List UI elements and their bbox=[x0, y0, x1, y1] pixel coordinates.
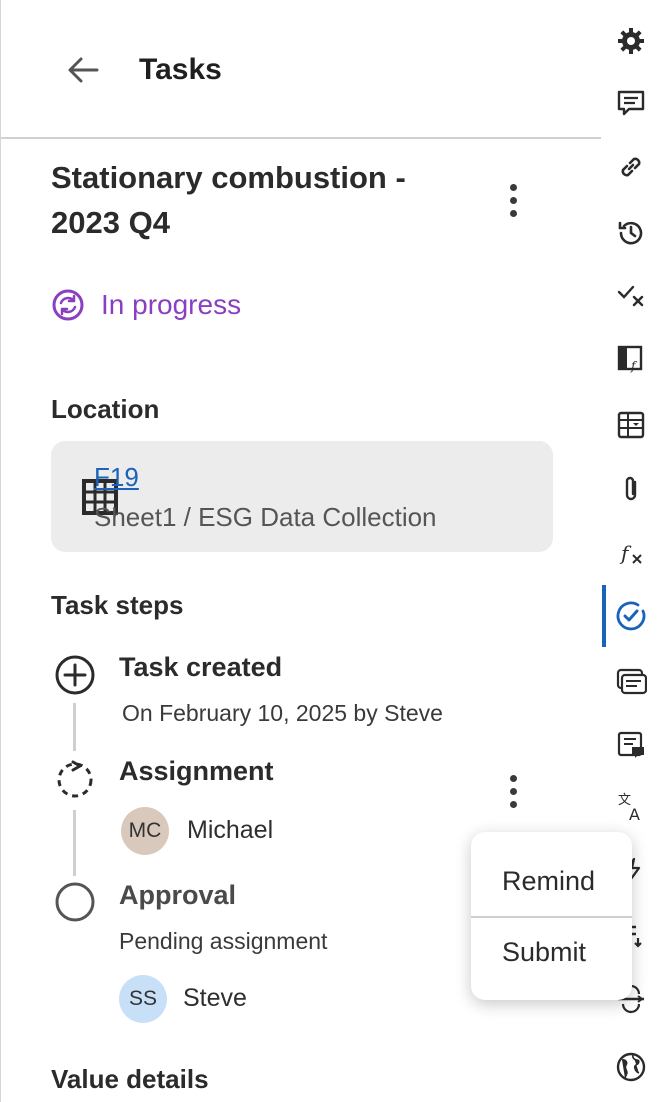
assignment-context-menu: Remind Submit bbox=[471, 832, 632, 1000]
svg-text:f: f bbox=[630, 359, 638, 373]
location-label: Location bbox=[51, 394, 160, 424]
check-x-icon[interactable] bbox=[602, 264, 660, 326]
assignee-name: Michael bbox=[187, 816, 274, 844]
page-title: Tasks bbox=[139, 53, 222, 86]
task-check-icon[interactable] bbox=[602, 585, 660, 647]
avatar: SS bbox=[119, 975, 167, 1023]
pending-circle-icon bbox=[55, 882, 95, 922]
step-title-assignment: Assignment bbox=[119, 756, 274, 786]
svg-text:f: f bbox=[619, 541, 632, 565]
table-formula-icon[interactable]: f bbox=[602, 328, 660, 390]
status-text: In progress bbox=[101, 289, 242, 320]
translate-icon[interactable]: 文A bbox=[602, 776, 660, 838]
step-connector bbox=[73, 703, 76, 751]
comment-icon[interactable] bbox=[602, 72, 660, 134]
menu-item-submit[interactable]: Submit bbox=[471, 910, 632, 994]
step-title-approval: Approval bbox=[119, 880, 237, 910]
assignee-name: Steve bbox=[183, 984, 247, 1012]
task-title: Stationary combustion - 2023 Q4 bbox=[51, 160, 406, 240]
assignment-more-button[interactable] bbox=[498, 769, 528, 813]
in-progress-icon bbox=[52, 289, 84, 321]
link-icon[interactable] bbox=[602, 136, 660, 198]
status-indicator: In progress bbox=[51, 288, 241, 322]
cards-icon[interactable] bbox=[602, 650, 660, 712]
history-icon[interactable] bbox=[602, 202, 660, 264]
avatar: MC bbox=[121, 807, 169, 855]
assignment-progress-icon bbox=[57, 760, 93, 798]
location-card[interactable] bbox=[51, 441, 553, 552]
globe-icon[interactable] bbox=[602, 1036, 660, 1098]
back-button[interactable] bbox=[63, 50, 103, 90]
table-dropdown-icon[interactable] bbox=[602, 394, 660, 456]
step-connector bbox=[73, 810, 76, 876]
step-detail-created: On February 10, 2025 by Steve bbox=[122, 700, 443, 726]
panel-header: Tasks bbox=[1, 0, 601, 139]
svg-text:A: A bbox=[629, 805, 640, 824]
note-comment-icon[interactable] bbox=[602, 714, 660, 776]
step-title-created: Task created bbox=[119, 652, 283, 682]
task-more-button[interactable] bbox=[498, 178, 528, 222]
task-steps-label: Task steps bbox=[51, 590, 184, 620]
add-circle-icon bbox=[55, 655, 95, 695]
paperclip-icon[interactable] bbox=[602, 458, 660, 520]
step-detail-approval: Pending assignment bbox=[119, 928, 328, 954]
location-path: Sheet1 / ESG Data Collection bbox=[94, 502, 437, 532]
fx-icon[interactable]: f bbox=[602, 522, 660, 584]
gear-icon[interactable] bbox=[602, 10, 660, 72]
location-cell-link[interactable]: F19 bbox=[94, 462, 139, 493]
arrow-left-icon bbox=[68, 57, 99, 83]
value-details-label: Value details bbox=[51, 1064, 209, 1094]
